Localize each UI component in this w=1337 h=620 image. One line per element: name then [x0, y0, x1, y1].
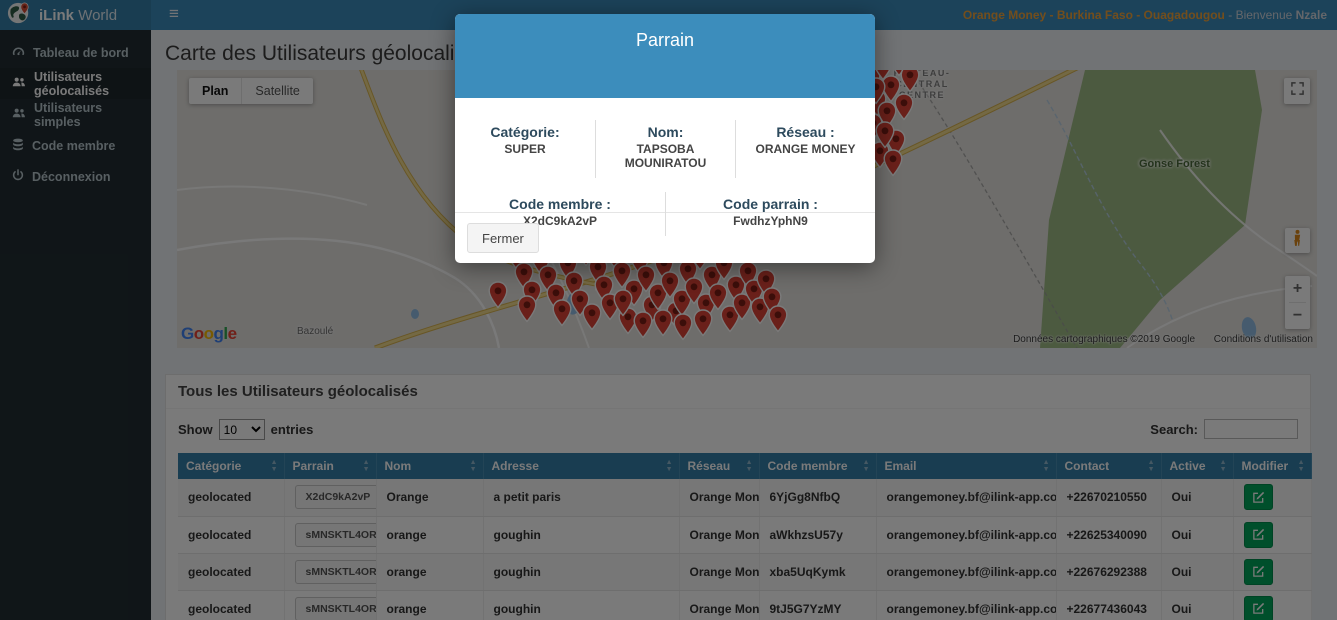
close-modal-button[interactable]: Fermer	[467, 223, 539, 253]
modal-body: Catégorie: SUPER Nom: TAPSOBA MOUNIRATOU…	[455, 98, 875, 212]
modal-header: Parrain	[455, 14, 875, 98]
app-window: iLink World ≡ Orange Money - Burkina Fas…	[0, 0, 1337, 620]
field-nom: Nom: TAPSOBA MOUNIRATOU	[595, 120, 735, 178]
field-categorie: Catégorie: SUPER	[455, 120, 595, 178]
field-code-parrain: Code parrain : FwdhzYphN9	[665, 192, 875, 236]
parrain-modal: Parrain Catégorie: SUPER Nom: TAPSOBA MO…	[455, 14, 875, 263]
field-reseau: Réseau : ORANGE MONEY	[735, 120, 875, 178]
modal-title: Parrain	[455, 14, 875, 51]
